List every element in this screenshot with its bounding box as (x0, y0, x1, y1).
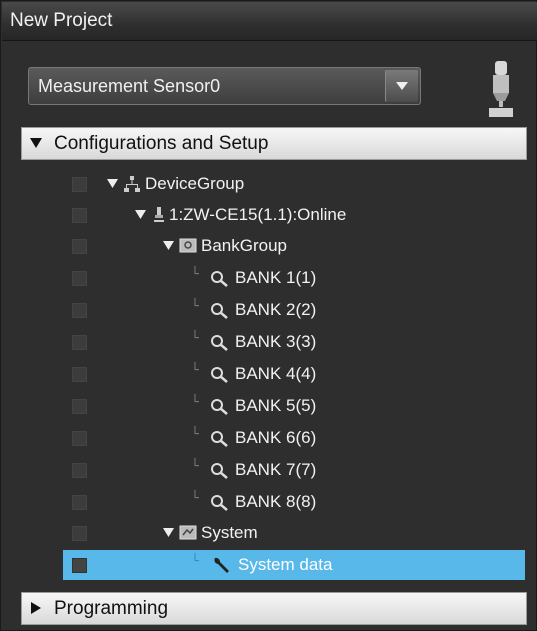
status-square (72, 177, 87, 192)
tree-connector: └ (191, 491, 199, 506)
section-label: Programming (54, 598, 169, 619)
tree-item-label: BANK 5(5) (235, 396, 317, 415)
tree-item-bank[interactable]: └ BANK 7(7) (63, 455, 525, 485)
tree-item-system[interactable]: System (63, 518, 525, 548)
status-square (72, 303, 87, 318)
tree-item-bank[interactable]: └ BANK 3(3) (63, 327, 525, 357)
expanded-triangle-icon (30, 138, 42, 148)
tree-connector: └ (191, 331, 199, 346)
tree-connector: └ (191, 267, 199, 282)
tree-item-label: BankGroup (201, 236, 287, 255)
expand-triangle-icon[interactable] (163, 241, 174, 250)
tree-item-bank[interactable]: └ BANK 2(2) (63, 295, 525, 325)
tree-item-device[interactable]: 1:ZW-CE15(1.1):Online (63, 200, 525, 230)
status-square (72, 495, 87, 510)
tree-item-label: BANK 8(8) (235, 492, 317, 511)
tree-item-label: BANK 3(3) (235, 332, 317, 351)
tree-item-label: System data (238, 555, 333, 574)
tree-connector: └ (191, 363, 199, 378)
status-square (72, 463, 87, 478)
tree-item-bank[interactable]: └ BANK 5(5) (63, 391, 525, 421)
tree-connector: └ (191, 395, 199, 410)
sensor-icon (154, 207, 164, 222)
tree-item-label: BANK 2(2) (235, 300, 317, 319)
tree-connector: └ (191, 554, 199, 569)
tree-item-bank[interactable]: └ BANK 6(6) (63, 423, 525, 453)
status-square (72, 558, 87, 573)
tree-item-bank[interactable]: └ BANK 8(8) (63, 487, 525, 517)
tree-item-label: 1:ZW-CE15(1.1):Online (169, 205, 347, 224)
system-folder-icon (179, 525, 197, 540)
dropdown-arrow-button[interactable] (385, 70, 418, 102)
chevron-down-icon (396, 82, 408, 90)
bank-search-icon (211, 303, 228, 319)
bank-search-icon (211, 399, 228, 415)
status-square (72, 399, 87, 414)
expand-triangle-icon[interactable] (107, 179, 118, 188)
bank-search-icon (211, 463, 228, 479)
tree-item-label: BANK 7(7) (235, 460, 317, 479)
bank-group-icon (179, 238, 197, 253)
tree-item-label: DeviceGroup (145, 174, 245, 193)
section-label: Configurations and Setup (54, 133, 269, 154)
status-square (72, 335, 87, 350)
status-square (72, 271, 87, 286)
status-square (72, 239, 87, 254)
tree-item-label: BANK 4(4) (235, 364, 317, 383)
tree-item-system-data[interactable]: └ System data (63, 550, 525, 580)
device-group-icon (124, 176, 140, 192)
bank-search-icon (211, 271, 228, 287)
title-bar: New Project (2, 2, 537, 41)
tree-item-label: BANK 6(6) (235, 428, 317, 447)
window-title: New Project (10, 10, 113, 31)
tree-connector: └ (191, 299, 199, 314)
tree-item-bank[interactable]: └ BANK 4(4) (63, 359, 525, 389)
tree-item-device-group[interactable]: DeviceGroup (63, 169, 525, 199)
device-dropdown-value: Measurement Sensor0 (38, 76, 221, 96)
multiview-explorer-window: New Project Measurement Sensor0 Configur… (0, 0, 537, 631)
tree-item-bank-group[interactable]: BankGroup (63, 231, 525, 261)
status-square (72, 526, 87, 541)
section-configurations-and-setup[interactable]: Configurations and Setup (21, 127, 527, 160)
collapsed-triangle-icon (31, 602, 41, 614)
expand-triangle-icon[interactable] (163, 528, 174, 537)
bank-search-icon (211, 495, 228, 511)
expand-triangle-icon[interactable] (135, 210, 146, 219)
bank-search-icon (211, 367, 228, 383)
sensor-device-icon (489, 61, 513, 117)
wrench-icon (214, 557, 229, 573)
tree-connector: └ (191, 459, 199, 474)
tree-item-label: BANK 1(1) (235, 268, 317, 287)
device-dropdown[interactable]: Measurement Sensor0 (28, 67, 421, 105)
section-programming[interactable]: Programming (21, 592, 527, 625)
status-square (72, 208, 87, 223)
bank-search-icon (211, 335, 228, 351)
tree-item-label: System (201, 523, 258, 542)
tree-item-bank[interactable]: └ BANK 1(1) (63, 263, 525, 293)
status-square (72, 367, 87, 382)
status-square (72, 431, 87, 446)
bank-search-icon (211, 431, 228, 447)
tree-connector: └ (191, 427, 199, 442)
